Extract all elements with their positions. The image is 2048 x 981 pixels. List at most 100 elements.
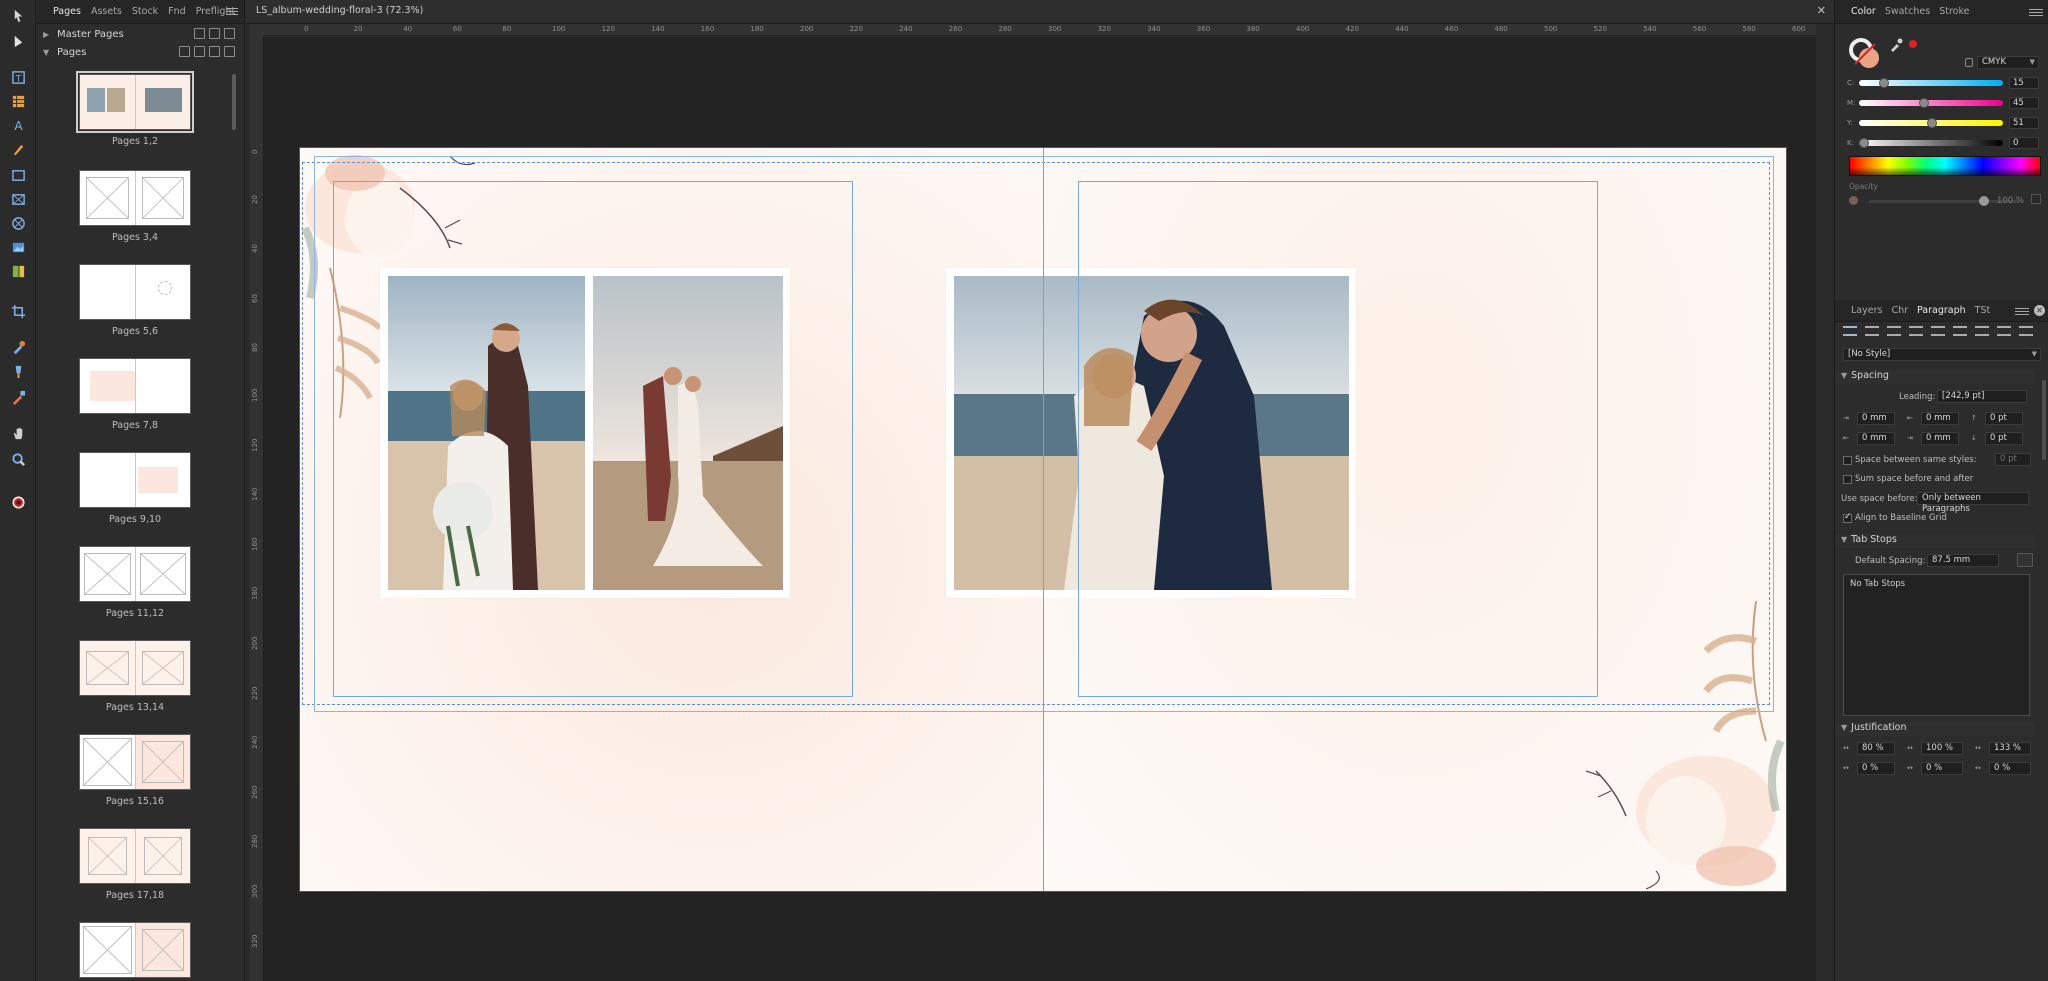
duplicate-master-icon[interactable] xyxy=(209,28,220,39)
color-spectrum[interactable] xyxy=(1849,156,2041,176)
page-thumb-1-2[interactable]: Pages 1,2 xyxy=(76,71,194,147)
channel-slider-track[interactable] xyxy=(1859,138,2003,148)
cmyk-slider-row[interactable]: Y: 51 xyxy=(1847,116,2047,130)
add-master-icon[interactable] xyxy=(194,28,205,39)
channel-value-input[interactable]: 15 xyxy=(2009,77,2039,89)
frame-text-tool-icon[interactable]: T xyxy=(9,68,27,86)
channel-slider-track[interactable] xyxy=(1859,98,2003,108)
move-tool-icon[interactable] xyxy=(9,6,27,24)
pages-header[interactable]: ▼ Pages xyxy=(37,44,245,60)
picture-frame-tool-icon[interactable] xyxy=(9,190,27,208)
channel-slider-track[interactable] xyxy=(1859,78,2003,88)
node-tool-icon[interactable] xyxy=(9,32,27,50)
space-before-input[interactable]: 0 pt xyxy=(1985,412,2023,425)
tab-swatches[interactable]: Swatches xyxy=(1885,6,1930,17)
justify-all-icon[interactable] xyxy=(1975,326,1989,336)
word-spacing-max-input[interactable]: 133 % xyxy=(1989,742,2031,755)
justify-right-icon[interactable] xyxy=(1953,326,1967,336)
align-baseline-checkbox[interactable] xyxy=(1843,512,1852,523)
close-icon[interactable]: ✕ xyxy=(1817,4,1826,17)
page-thumb-15-16[interactable]: Pages 15,16 xyxy=(79,734,191,807)
opacity-stepper[interactable] xyxy=(2031,194,2041,204)
document-tab[interactable]: LS_album-wedding-floral-3 (72.3%) xyxy=(256,5,423,16)
fill-tool-icon[interactable] xyxy=(9,362,27,380)
cmyk-slider-row[interactable]: C: 15 xyxy=(1847,76,2047,90)
channel-slider-track[interactable] xyxy=(1859,118,2003,128)
letter-spacing-desired-input[interactable]: 0 % xyxy=(1921,762,1963,775)
channel-slider-knob[interactable] xyxy=(1859,138,1869,148)
place-image-tool-icon[interactable] xyxy=(9,238,27,256)
default-spacing-input[interactable]: 87.5 mm xyxy=(1927,554,1999,567)
letter-spacing-min-input[interactable]: 0 % xyxy=(1857,762,1895,775)
color-picker-tool-icon[interactable] xyxy=(9,338,27,356)
color-model-select[interactable]: CMYK ▼ xyxy=(1977,56,2039,69)
zoom-tool-icon[interactable] xyxy=(9,450,27,468)
delete-master-icon[interactable] xyxy=(224,28,235,39)
first-line-indent-input[interactable]: 0 mm xyxy=(1921,412,1959,425)
transparency-tool-icon[interactable] xyxy=(9,388,27,406)
space-between-checkbox[interactable] xyxy=(1843,456,1852,465)
vertical-ruler[interactable]: 0 20 40 60 80 100 120 140 160 180 200 220 240 260 280 3… xyxy=(250,36,264,981)
add-page-icon[interactable] xyxy=(194,46,205,57)
sum-space-checkbox[interactable] xyxy=(1843,475,1852,484)
artistic-text-tool-icon[interactable]: A xyxy=(9,116,27,134)
ellipse-frame-tool-icon[interactable] xyxy=(9,214,27,232)
word-spacing-min-input[interactable]: 80 % xyxy=(1857,742,1895,755)
table-frame-tool-icon[interactable] xyxy=(9,262,27,280)
tab-paragraph[interactable]: Paragraph xyxy=(1917,305,1966,316)
horizontal-ruler[interactable]: 0 20 40 60 80 100 120 140 160 180 200 220 240 260 280 3… xyxy=(264,24,1816,36)
eyedropper-icon[interactable] xyxy=(1889,38,1903,52)
document-canvas[interactable] xyxy=(264,37,1816,981)
tab-pages[interactable]: Pages xyxy=(53,6,81,17)
channel-value-input[interactable]: 0 xyxy=(2009,137,2039,149)
align-towards-spine-icon[interactable] xyxy=(1997,326,2011,336)
tab-stock[interactable]: Stock xyxy=(132,6,158,17)
opacity-slider-knob[interactable] xyxy=(1979,196,1989,206)
page-thumb-17-18[interactable]: Pages 17,18 xyxy=(79,828,191,901)
insert-pages-icon[interactable] xyxy=(179,46,190,57)
page-thumb-11-12[interactable]: Pages 11,12 xyxy=(79,546,191,619)
rectangle-tool-icon[interactable] xyxy=(9,166,27,184)
cmyk-slider-row[interactable]: M: 45 xyxy=(1847,96,2047,110)
tab-find[interactable]: Fnd xyxy=(168,6,186,17)
align-away-spine-icon[interactable] xyxy=(2019,326,2033,336)
justification-section-header[interactable]: ▼ Justification xyxy=(1835,722,2035,736)
paragraph-scrollbar[interactable] xyxy=(2042,380,2046,460)
last-line-indent-input[interactable]: 0 mm xyxy=(1921,432,1959,445)
panel-menu-icon[interactable] xyxy=(2029,7,2043,17)
word-spacing-desired-input[interactable]: 100 % xyxy=(1921,742,1963,755)
align-left-icon[interactable] xyxy=(1843,326,1857,336)
channel-slider-knob[interactable] xyxy=(1927,118,1938,128)
tab-character[interactable]: Chr xyxy=(1891,305,1908,316)
tab-stroke[interactable]: Stroke xyxy=(1939,6,1969,17)
close-panel-icon[interactable]: ✕ xyxy=(2034,305,2045,316)
crop-tool-icon[interactable] xyxy=(9,302,27,320)
spacing-section-header[interactable]: ▼ Spacing xyxy=(1835,370,2035,384)
page-thumb-19-20[interactable] xyxy=(79,922,191,978)
leading-input[interactable]: [242,9 pt] xyxy=(1937,390,2027,403)
page-thumb-5-6[interactable]: Pages 5,6 xyxy=(79,264,191,337)
pen-tool-icon[interactable] xyxy=(9,140,27,158)
add-tab-stop-button[interactable] xyxy=(2017,553,2033,567)
channel-slider-knob[interactable] xyxy=(1879,78,1890,88)
page-thumb-13-14[interactable]: Pages 13,14 xyxy=(79,640,191,713)
page-spread[interactable] xyxy=(300,148,1786,891)
delete-page-icon[interactable] xyxy=(224,46,235,57)
align-right-icon[interactable] xyxy=(1887,326,1901,336)
color-swatch-icon[interactable] xyxy=(8,492,28,512)
justify-left-icon[interactable] xyxy=(1909,326,1923,336)
channel-value-input[interactable]: 45 xyxy=(2009,97,2039,109)
align-center-icon[interactable] xyxy=(1865,326,1879,336)
use-space-before-select[interactable]: Only between Paragraphs xyxy=(1917,492,2029,514)
table-tool-icon[interactable] xyxy=(9,92,27,110)
master-pages-header[interactable]: ▶ Master Pages xyxy=(37,26,245,42)
panel-menu-icon[interactable] xyxy=(226,6,238,16)
cmyk-slider-row[interactable]: K: 0 xyxy=(1847,136,2047,150)
channel-value-input[interactable]: 51 xyxy=(2009,117,2039,129)
fill-stroke-wells[interactable] xyxy=(1849,38,1881,70)
panel-menu-icon[interactable] xyxy=(2015,306,2029,316)
lock-icon[interactable] xyxy=(1965,58,1973,67)
page-thumb-7-8[interactable]: Pages 7,8 xyxy=(79,358,191,431)
space-between-input[interactable]: 0 pt xyxy=(1995,453,2031,466)
channel-slider-knob[interactable] xyxy=(1919,98,1930,108)
